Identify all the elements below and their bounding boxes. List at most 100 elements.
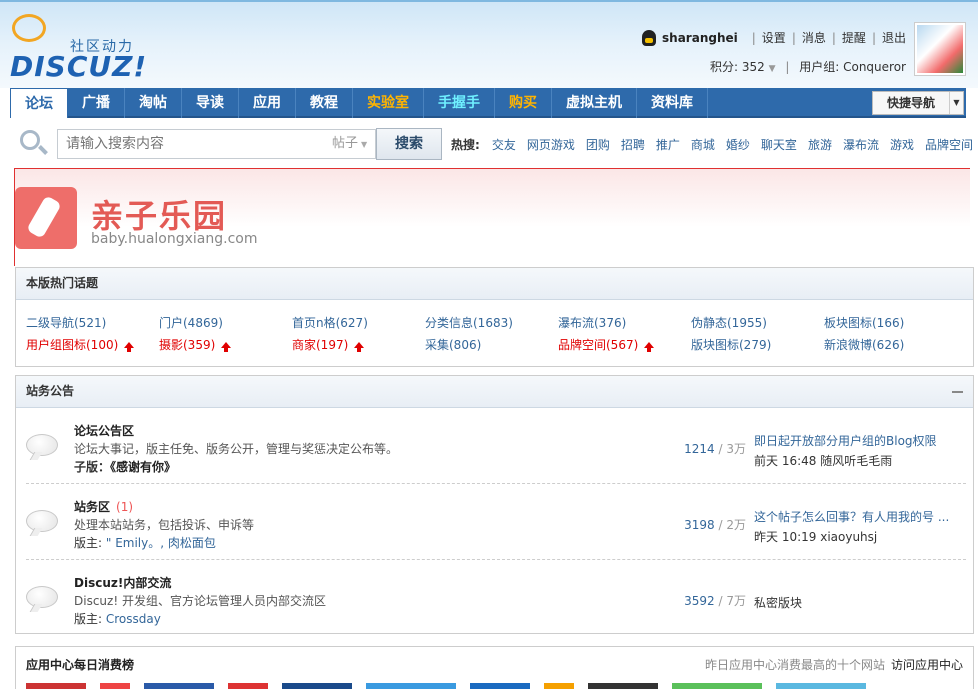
hot-topic-link[interactable]: 分类信息(1683) — [425, 312, 558, 334]
forum-description: 论坛大事记，版主任免、版务公开，管理与奖惩决定公布等。 — [74, 442, 399, 456]
app-logo[interactable] — [776, 683, 866, 689]
hot-search-word[interactable]: 品牌空间 — [925, 136, 973, 153]
avatar[interactable] — [914, 22, 966, 76]
hot-search-word[interactable]: 网页游戏 — [527, 136, 575, 153]
hot-topic-link[interactable]: 新浪微博(626) — [824, 334, 957, 356]
nav-item[interactable]: 购买 — [495, 88, 552, 118]
hot-search-word[interactable]: 交友 — [492, 136, 516, 153]
hot-topic-link[interactable]: 摄影(359) — [159, 334, 292, 356]
hot-topic-link[interactable]: 板块图标(166) — [824, 312, 957, 334]
app-logo[interactable] — [470, 683, 530, 689]
nav-item[interactable]: 教程 — [296, 88, 353, 118]
nav-item[interactable]: 实验室 — [353, 88, 424, 118]
username-link[interactable]: sharanghei — [662, 31, 738, 45]
hot-search-word[interactable]: 旅游 — [808, 136, 832, 153]
speech-bubble-icon — [12, 14, 46, 42]
hot-topic-link[interactable]: 瀑布流(376) — [558, 312, 691, 334]
hot-search-word[interactable]: 商城 — [691, 136, 715, 153]
arrow-up-icon — [221, 342, 232, 352]
stats-separator: / — [718, 442, 723, 456]
hot-search-word[interactable]: 团购 — [586, 136, 610, 153]
hot-topic-text: 伪静态(1955) — [691, 316, 767, 330]
search-type-select[interactable]: 帖子 ▼ — [328, 129, 376, 159]
hot-search-word[interactable]: 游戏 — [890, 136, 914, 153]
app-center-note-text: 昨日应用中心消费最高的十个网站 — [704, 658, 885, 672]
points-link[interactable]: 积分: 352 — [710, 60, 765, 74]
announcements-title: 站务公告 — [26, 384, 75, 398]
last-post-meta: 前天 16:48 随风听毛毛雨 — [754, 454, 893, 468]
hot-search-word[interactable]: 聊天室 — [761, 136, 797, 153]
app-logo[interactable] — [544, 683, 574, 689]
nav-item[interactable]: 论坛 — [10, 88, 68, 118]
announcements-header: 站务公告 — [16, 376, 973, 408]
forum-name: Discuz!内部交流 — [74, 576, 172, 590]
chevron-down-icon: ▼ — [361, 140, 368, 149]
search-button[interactable]: 搜索 — [376, 128, 442, 160]
app-logo[interactable] — [228, 683, 268, 689]
settings-link[interactable]: 设置 — [762, 29, 786, 46]
arrow-up-icon — [644, 342, 655, 352]
nav-item[interactable]: 虚拟主机 — [552, 88, 637, 118]
moderator-link[interactable]: " Emily。, 肉松面包 — [106, 536, 216, 550]
forum-name-link[interactable]: Discuz!内部交流 — [74, 574, 177, 591]
chevron-down-icon[interactable]: ▼ — [769, 64, 776, 74]
forum-name-link[interactable]: 论坛公告区 — [74, 422, 140, 439]
user-group-link[interactable]: 用户组: Conqueror — [799, 60, 906, 74]
forum-banner[interactable]: 亲子乐园 baby.hualongxiang.com — [14, 168, 970, 266]
app-logo[interactable] — [672, 683, 762, 689]
app-logo[interactable] — [366, 683, 456, 689]
forum-stats: 3592 / 7万 — [676, 592, 746, 609]
hot-topic-link[interactable]: 伪静态(1955) — [691, 312, 824, 334]
last-post-title[interactable]: 这个帖子怎么回事？有人用我的号 ... — [754, 508, 964, 525]
nav-item[interactable]: 手握手 — [424, 88, 495, 118]
forum-name-link[interactable]: 站务区 (1) — [74, 498, 133, 515]
hot-topic-link[interactable]: 版块图标(279) — [691, 334, 824, 356]
separator: | — [871, 30, 876, 45]
baby-bottle-icon — [15, 187, 77, 249]
hot-topic-link[interactable]: 品牌空间(567) — [558, 334, 691, 356]
hot-search-word[interactable]: 推广 — [656, 136, 680, 153]
hot-topic-text: 版块图标(279) — [691, 338, 772, 352]
quick-nav-button[interactable]: 快捷导航 ▼ — [872, 91, 964, 115]
messages-link[interactable]: 消息 — [802, 29, 826, 46]
app-logo[interactable] — [100, 683, 130, 689]
nav-item[interactable]: 广播 — [68, 88, 125, 118]
forum-bubble-icon[interactable] — [26, 510, 58, 536]
hot-topic-text: 新浪微博(626) — [824, 338, 905, 352]
hot-topic-link[interactable]: 门户(4869) — [159, 312, 292, 334]
app-logos-strip — [26, 683, 966, 689]
hot-topic-link[interactable]: 采集(806) — [425, 334, 558, 356]
forum-bubble-icon[interactable] — [26, 586, 58, 612]
logout-link[interactable]: 退出 — [882, 29, 906, 46]
notifications-link[interactable]: 提醒 — [842, 29, 866, 46]
hot-topic-link[interactable]: 首页n格(627) — [292, 312, 425, 334]
forum-last-post: 这个帖子怎么回事？有人用我的号 ... 昨天 10:19 xiaoyuhsj — [754, 508, 964, 545]
moderator-link[interactable]: 《感谢有你》 — [110, 460, 176, 474]
forum-bubble-icon[interactable] — [26, 434, 58, 460]
nav-item[interactable]: 淘帖 — [125, 88, 182, 118]
collapse-icon[interactable] — [952, 391, 963, 393]
app-logo[interactable] — [588, 683, 658, 689]
app-logo[interactable] — [26, 683, 86, 689]
hot-topic-link[interactable]: 二级导航(521) — [26, 312, 159, 334]
app-logo[interactable] — [144, 683, 214, 689]
hot-topic-text: 摄影(359) — [159, 338, 216, 352]
moderator-link[interactable]: Crossday — [106, 612, 161, 626]
last-post-title[interactable]: 即日起开放部分用户组的Blog权限 — [754, 432, 964, 449]
nav-item[interactable]: 导读 — [182, 88, 239, 118]
forum-moderators: 子版：《感谢有你》 — [74, 458, 176, 475]
hot-search-word[interactable]: 婚纱 — [726, 136, 750, 153]
nav-item[interactable]: 应用 — [239, 88, 296, 118]
post-count: 2万 — [726, 518, 746, 532]
hot-search-word[interactable]: 招聘 — [621, 136, 645, 153]
hot-topic-link[interactable]: 商家(197) — [292, 334, 425, 356]
forum-row: 站务区 (1) 处理本站站务，包括投诉、申诉等 版主: " Emily。, 肉松面包 3… — [26, 488, 966, 560]
search-input[interactable] — [57, 129, 329, 159]
discuz-logo[interactable]: 社区动力 DISCUZ! — [10, 12, 150, 83]
app-center-link[interactable]: 访问应用中心 — [891, 658, 963, 672]
hot-search-word[interactable]: 瀑布流 — [843, 136, 879, 153]
forum-row: Discuz!内部交流 Discuz! 开发组、官方论坛管理人员内部交流区 版主: … — [26, 564, 966, 636]
nav-item[interactable]: 资料库 — [637, 88, 708, 118]
app-logo[interactable] — [282, 683, 352, 689]
hot-topic-link[interactable]: 用户组图标(100) — [26, 334, 159, 356]
